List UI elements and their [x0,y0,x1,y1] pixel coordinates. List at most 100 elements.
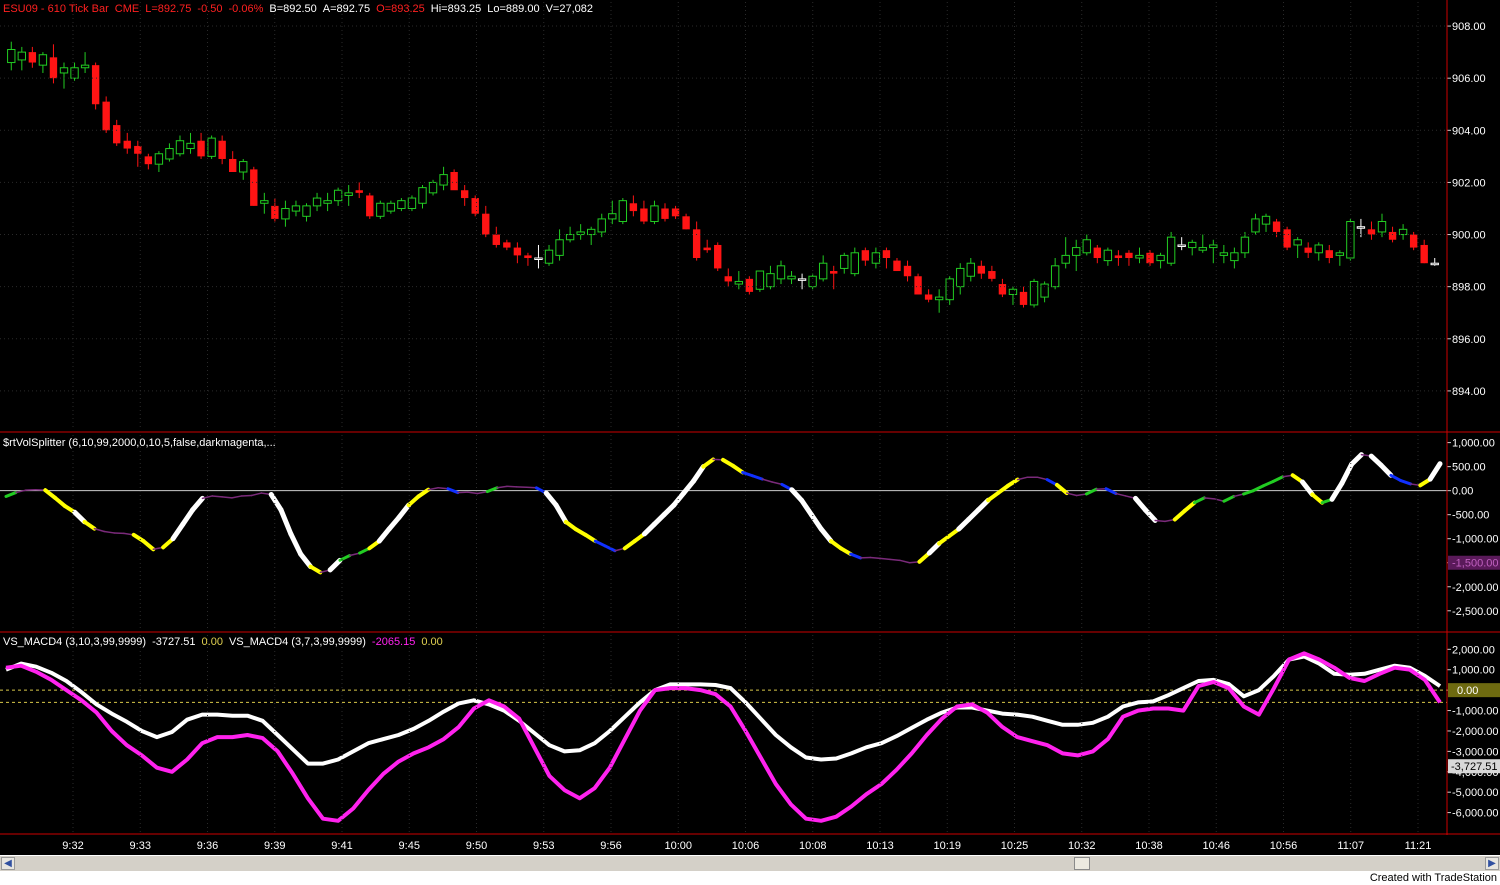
volsplit-segment [1154,519,1166,523]
candle-body-down [450,172,458,191]
macd-axis-label: -1,000.00 [1452,706,1498,718]
volsplit-segment [1261,480,1275,488]
candle-body-up [608,213,617,220]
volsplit-segment [446,487,460,495]
time-axis-label: 10:46 [1202,840,1230,852]
header-ask: A=892.75 [322,3,371,15]
scroll-thumb[interactable] [1074,857,1090,870]
volsplit-segment [1378,462,1394,478]
scroll-left-arrow-icon[interactable]: ◀ [1,857,15,870]
candle-body-up [207,137,216,157]
candle-body-down [113,125,121,144]
volsplit-segment [327,557,343,573]
horizontal-scrollbar[interactable]: ◀ ▶ [0,855,1500,871]
candle-body-up [1261,215,1271,225]
candle-body-down [123,140,131,149]
volsplit-segment [298,551,313,570]
volsplit-axis-label: 500.00 [1452,462,1486,474]
volsplit-segment [1203,497,1215,500]
time-axis-label: 10:06 [732,840,760,852]
volsplit-segment [1251,484,1265,493]
time-axis-label: 9:53 [533,840,554,852]
header-pct: -0.06% [228,3,264,15]
candle-body-up [1188,241,1197,249]
volsplit-segment [750,474,764,481]
candle-body-up [312,197,322,207]
volsplit-segment [288,531,304,557]
candle-body-down [924,294,933,300]
volsplit-segment [603,544,617,553]
volsplit-segment [396,502,412,521]
candle-body-up [650,205,659,223]
volsplit-segment [889,558,901,562]
candle-body-up [597,218,606,233]
candle-body-down [91,65,100,105]
macd-zero-tag-text: 0.00 [1457,685,1478,697]
volsplit-segment [1115,492,1127,497]
volsplit-axis-label: -500.00 [1452,510,1489,522]
volsplit-segment [1192,496,1206,505]
candle-body-up [1377,221,1387,233]
candle-body-down [28,52,37,63]
volsplit-segment [1213,498,1225,502]
candle-body-down [671,208,680,217]
macd-value-tag-text: -3,727.51 [1451,761,1497,773]
volsplit-segment [1329,480,1345,502]
candle-body-down [144,156,153,165]
candle-body-down [640,208,648,222]
candle-body-up [1251,218,1260,233]
candle-body-up [945,278,954,301]
volsplit-segment [1339,461,1355,486]
candle-body-up [1103,249,1113,262]
candle-body-down [503,242,511,248]
volsplit-segment [4,491,18,498]
candle-body-up [260,200,269,204]
candle-body-up [818,262,828,280]
candle-body-up [1398,228,1408,236]
time-axis-label: 10:56 [1270,840,1298,852]
candle-body-up [1082,239,1091,254]
volsplit-segment [730,463,745,475]
volsplit-segment [1242,489,1255,496]
candle-body-up [344,192,353,196]
candle-body-up [1072,247,1081,256]
candle-body-down [471,198,479,214]
macd-pane: 2,000.00 1,000.00 0.00 -1,000.00 -2,000.00 -3… [0,644,1500,823]
price-pane: 908.00 906.00 904.00 902.00 900.00 898.00 896.… [0,21,1486,398]
candle-body-down [355,190,363,193]
candle-body-down [229,158,237,172]
candle-body-down [1146,252,1154,264]
macd-zero-1: 0.00 [201,636,223,648]
volsplit-segment [799,497,814,518]
candle-body-down [1093,247,1102,258]
candle-body-down [1272,221,1281,232]
candle-body-up [587,228,596,236]
candle-body-up [934,296,944,301]
candle-body-up [787,275,796,280]
candle-body-up [1177,244,1186,247]
candle-body-down [1325,250,1333,258]
header-exchange: CME [114,3,140,15]
header-volume: V=27,082 [545,3,593,15]
candle-body-down [692,229,701,258]
candle-body-up [70,67,79,79]
volsplit-segment [1399,479,1413,486]
candle-body-down [49,57,58,79]
volsplit-segment [93,527,105,533]
macd-header: VS_MACD4 (3,10,3,99,9999) -3727.51 0.00 VS_… [3,636,449,648]
volsplit-segment [691,464,706,484]
candle-body-up [281,207,290,220]
candle-body-up [239,161,248,173]
volsplit-axis-label: -2,500.00 [1452,606,1498,618]
candle-body-down [1409,234,1418,248]
volsplit-segment [1310,492,1325,505]
candle-body-down [1283,229,1291,248]
time-axis-label: 9:50 [466,840,487,852]
scroll-right-arrow-icon[interactable]: ▶ [1485,857,1499,870]
candle-body-up [302,205,311,217]
volsplit-segment [72,509,88,525]
time-axis-label: 11:21 [1405,840,1432,852]
candle-body-up [565,234,575,241]
candle-body-up [1219,252,1229,256]
candle-body-up [618,200,628,223]
